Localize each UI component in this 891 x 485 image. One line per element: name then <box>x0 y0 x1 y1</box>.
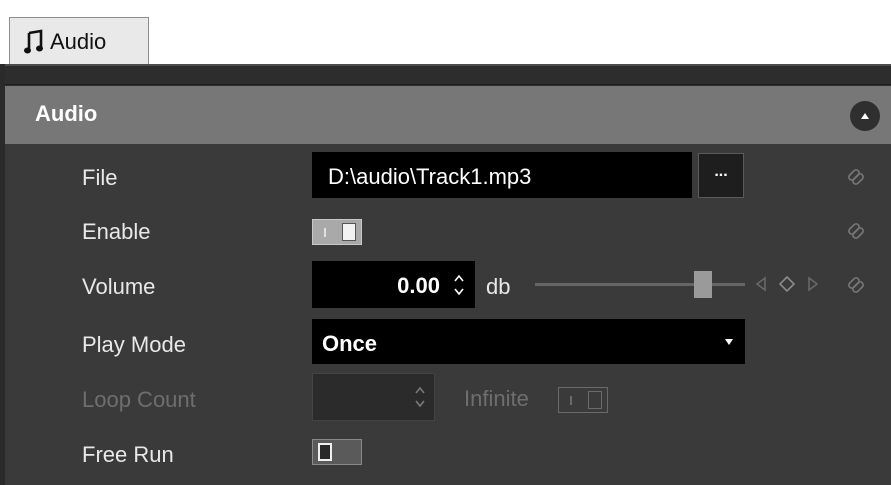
volume-spinner-icon[interactable] <box>453 271 465 299</box>
music-note-icon <box>24 28 43 53</box>
file-label: File <box>82 165 118 190</box>
loop-count-spinner-icon <box>415 386 425 408</box>
volume-input[interactable]: 0.00 <box>312 261 475 308</box>
keyframe-diamond-icon[interactable] <box>777 274 797 294</box>
browse-button[interactable]: ... <box>698 153 744 198</box>
link-icon[interactable] <box>845 220 867 242</box>
tab-audio[interactable]: Audio <box>9 17 149 65</box>
next-keyframe-icon[interactable] <box>805 274 821 294</box>
chevron-up-icon <box>861 113 869 119</box>
file-path-value: D:\audio\Track1.mp3 <box>328 164 532 189</box>
volume-slider-thumb[interactable] <box>694 271 712 298</box>
volume-unit: db <box>486 274 511 299</box>
infinite-toggle <box>558 387 608 413</box>
play-mode-label: Play Mode <box>82 332 186 357</box>
volume-value: 0.00 <box>397 273 440 298</box>
tab-label: Audio <box>50 28 107 54</box>
play-mode-selected: Once <box>322 331 378 356</box>
link-icon[interactable] <box>845 274 867 296</box>
file-path-field[interactable]: D:\audio\Track1.mp3 <box>312 152 692 198</box>
section-title: Audio <box>35 101 98 126</box>
section-header[interactable]: Audio <box>5 86 891 144</box>
link-icon[interactable] <box>845 166 867 188</box>
enable-label: Enable <box>82 219 151 244</box>
property-panel: Audio File D:\audio\Track1.mp3 ... Enabl… <box>5 86 891 485</box>
previous-keyframe-icon[interactable] <box>753 274 769 294</box>
collapse-button[interactable] <box>850 101 880 131</box>
free-run-label: Free Run <box>82 442 174 467</box>
infinite-label: Infinite <box>464 386 529 411</box>
volume-label: Volume <box>82 274 156 299</box>
free-run-toggle[interactable] <box>312 439 362 465</box>
loop-count-label: Loop Count <box>82 387 196 412</box>
play-mode-dropdown[interactable]: Once <box>312 319 745 364</box>
volume-slider-track[interactable] <box>535 283 745 286</box>
enable-toggle[interactable] <box>312 219 362 245</box>
chevron-down-icon[interactable] <box>724 339 734 345</box>
